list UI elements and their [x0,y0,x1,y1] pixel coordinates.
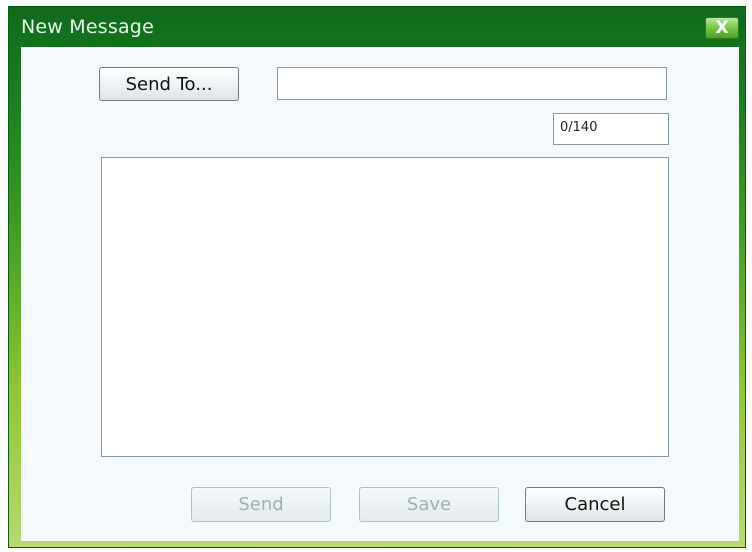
character-counter: 0/140 [553,113,669,145]
message-body-field[interactable] [101,157,669,457]
save-button[interactable]: Save [359,487,499,522]
recipient-field[interactable] [277,67,667,100]
new-message-window: New Message X Send To... 0/140 Send Save… [8,6,746,548]
dialog-body: Send To... 0/140 Send Save Cancel [21,47,739,541]
send-button[interactable]: Send [191,487,331,522]
close-icon[interactable]: X [705,17,739,39]
cancel-button[interactable]: Cancel [525,487,665,522]
title-bar[interactable]: New Message X [9,7,745,47]
window-title: New Message [21,16,154,38]
send-to-button[interactable]: Send To... [99,67,239,101]
